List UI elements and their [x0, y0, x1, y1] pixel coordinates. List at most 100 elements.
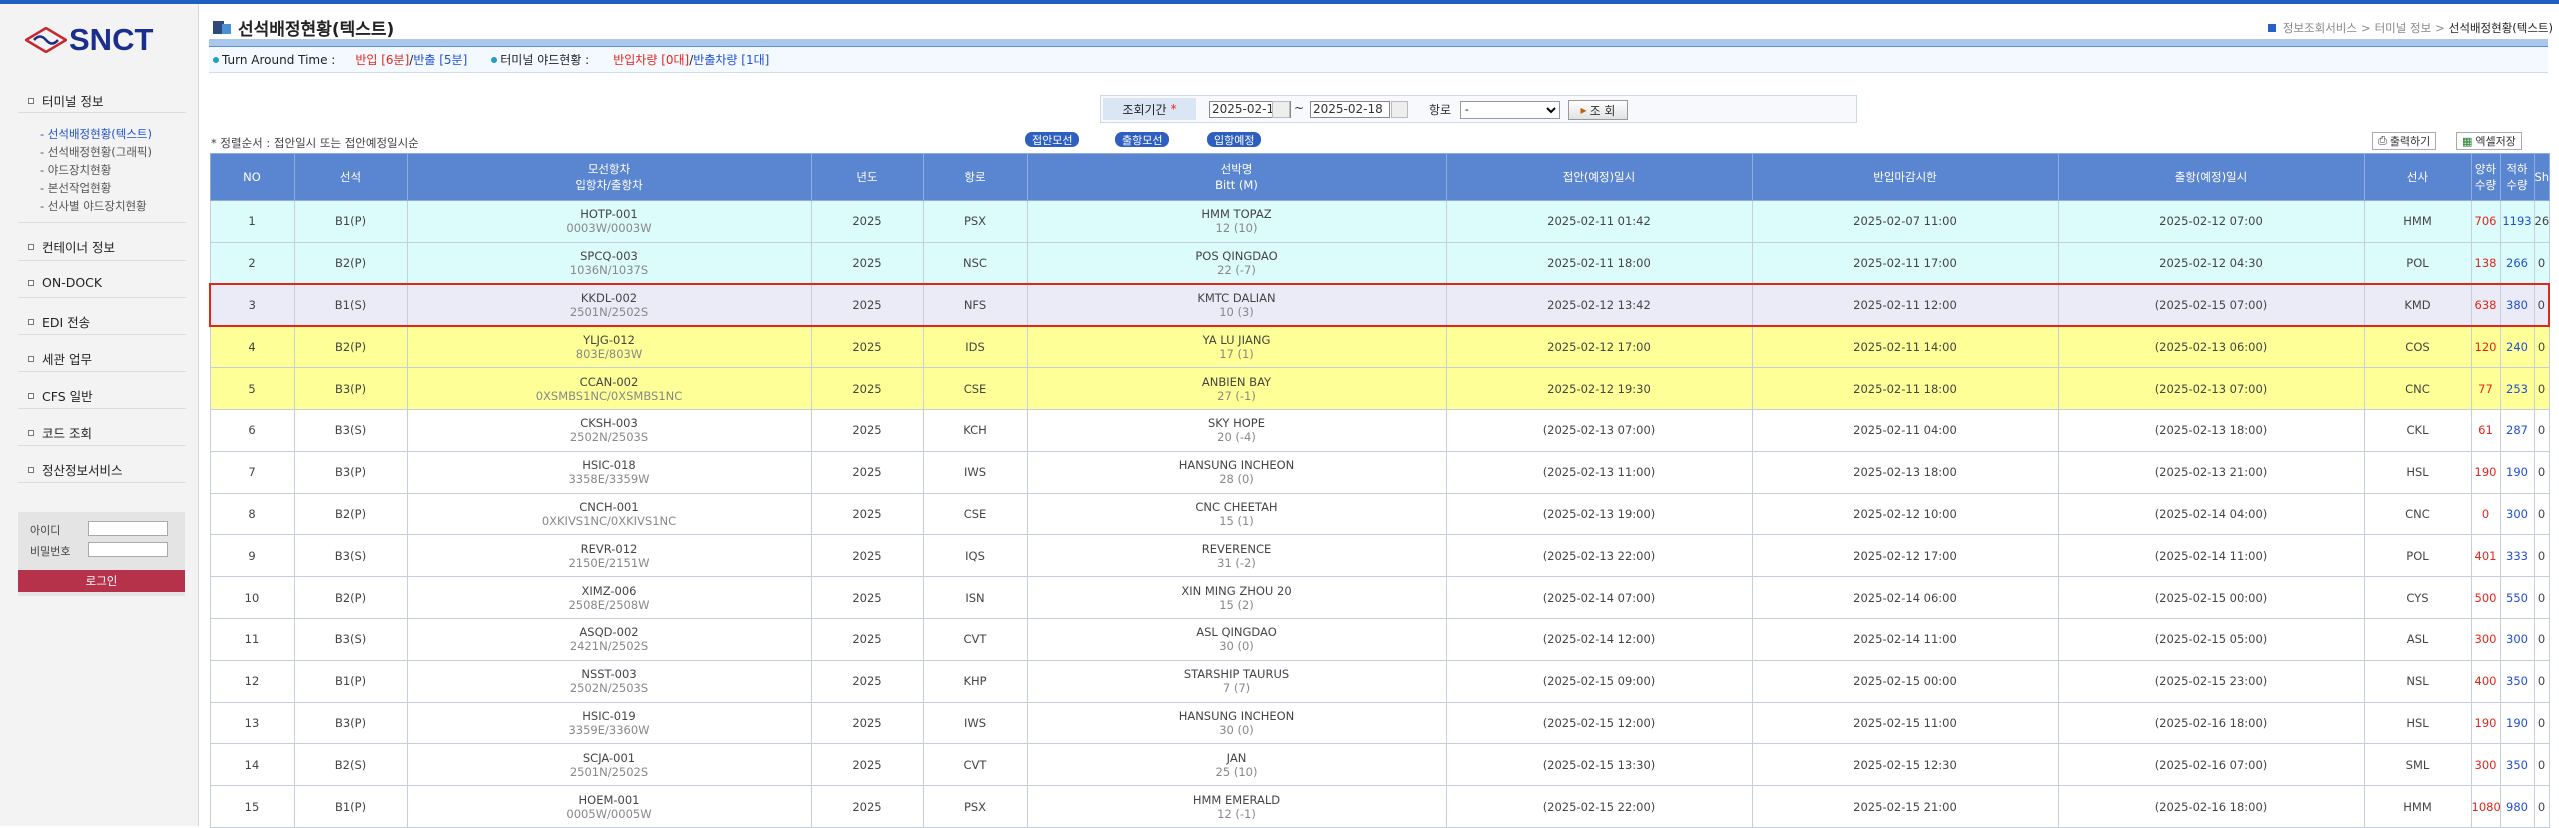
page-title: 선석배정현황(텍스트) — [238, 20, 395, 40]
cell-berth: B2(P) — [293, 325, 408, 369]
col-name[interactable]: 선박명 Bitt (M) — [1026, 153, 1447, 201]
bullet-icon — [213, 56, 219, 63]
search-button[interactable]: ▸ 조 회 — [1568, 100, 1628, 120]
col-shift[interactable]: Shift — [2533, 153, 2559, 201]
snct-logo[interactable]: SNCT — [25, 20, 185, 60]
table-row[interactable]: 6 B3(S) CKSH-003 2502N/2503S 2025 KCH SKY HOPE… — [209, 408, 2550, 452]
calendar-icon[interactable] — [1391, 101, 1408, 118]
col-operator[interactable]: 선사 — [2363, 153, 2472, 201]
cell-departure: (2025-02-15 23:00) — [2057, 659, 2365, 703]
table-row[interactable]: 4 B2(P) YLJG-012 803E/803W 2025 IDS YA LU JIAN… — [209, 325, 2550, 369]
table-row[interactable]: 10 B2(P) XIMZ-006 2508E/2508W 2025 ISN XIN MIN… — [209, 576, 2550, 619]
menu-settlement[interactable]: 정산정보서비스 — [28, 460, 123, 479]
col-closing[interactable]: 반입마감시한 — [1751, 153, 2059, 201]
cell-load: 266 — [2499, 241, 2535, 285]
cell-berthing: (2025-02-15 13:30) — [1445, 743, 1753, 787]
vessel-code: CNCH-001 — [579, 499, 639, 514]
breadcrumb-item[interactable]: 터미널 정보 — [2375, 20, 2432, 36]
cell-departure: (2025-02-16 18:00) — [2057, 785, 2365, 828]
cell-operator: CNC — [2363, 367, 2472, 410]
submenu-berth-text[interactable]: - 선석배정현황(텍스트) — [40, 126, 152, 142]
col-vessel[interactable]: 모선항차 입항차/출항차 — [406, 153, 812, 201]
cell-year: 2025 — [810, 450, 924, 494]
submenu-yard-status[interactable]: - 야드장치현황 — [40, 162, 111, 178]
table-row[interactable]: 13 B3(P) HSIC-019 3359E/3360W 2025 IWS HANSUNG… — [209, 701, 2550, 745]
menu-label: 정산정보서비스 — [42, 463, 123, 478]
table-row[interactable]: 7 B3(P) HSIC-018 3358E/3359W 2025 IWS HANSUNG … — [209, 450, 2550, 494]
bitt-position: 12 (10) — [1215, 221, 1258, 236]
route-select[interactable]: - — [1460, 101, 1560, 119]
cell-load: 350 — [2499, 659, 2535, 703]
print-button[interactable]: ⎙ 출력하기 — [2372, 132, 2437, 150]
date-to-input[interactable]: 2025-02-18 — [1310, 101, 1390, 118]
excel-button[interactable]: ▦ 엑셀저장 — [2456, 132, 2522, 150]
cell-departure: (2025-02-15 07:00) — [2057, 283, 2365, 327]
cell-vessel: XIMZ-006 2508E/2508W — [406, 576, 812, 619]
menu-customs[interactable]: 세관 업무 — [28, 349, 92, 368]
menu-code-lookup[interactable]: 코드 조회 — [28, 423, 92, 442]
cell-name: YA LU JIANG 17 (1) — [1026, 325, 1447, 369]
col-berthing[interactable]: 접안(예정)일시 — [1445, 153, 1753, 201]
id-input[interactable] — [88, 521, 168, 536]
cell-vessel: CCAN-002 0XSMBS1NC/0XSMBS1NC — [406, 367, 812, 410]
col-berth[interactable]: 선석 — [293, 153, 408, 201]
login-button[interactable]: 로그인 — [18, 570, 185, 592]
col-no[interactable]: NO — [209, 153, 295, 201]
voyage-number: 2501N/2502S — [569, 764, 649, 779]
cell-load: 190 — [2499, 701, 2535, 745]
snct-logo-icon — [25, 27, 67, 53]
period-label: 조회기간 * — [1103, 98, 1196, 120]
cell-operator: SML — [2363, 743, 2472, 787]
breadcrumb-item[interactable]: 정보조회서비스 — [2283, 20, 2357, 36]
menu-label: 컨테이너 정보 — [42, 240, 115, 255]
bitt-position: 15 (2) — [1219, 597, 1254, 612]
table-row-selected[interactable]: 3 B1(S) KKDL-002 2501N/2502S 2025 NFS KMTC DAL… — [209, 283, 2550, 327]
menu-on-dock[interactable]: ON-DOCK — [28, 275, 102, 290]
cell-departure: (2025-02-14 04:00) — [2057, 492, 2365, 536]
vessel-name: CNC CHEETAH — [1195, 499, 1278, 514]
menu-cfs[interactable]: CFS 일반 — [28, 386, 93, 405]
col-year[interactable]: 년도 — [810, 153, 924, 201]
cell-discharge: 300 — [2470, 617, 2501, 661]
submenu-berth-graphic[interactable]: - 선석배정현황(그래픽) — [40, 144, 152, 160]
cell-departure: (2025-02-15 05:00) — [2057, 617, 2365, 661]
menu-edi[interactable]: EDI 전송 — [28, 312, 90, 331]
col-route[interactable]: 항로 — [922, 153, 1028, 201]
cell-discharge: 1080 — [2470, 785, 2501, 828]
table-row[interactable]: 1 B1(P) HOTP-001 0003W/0003W 2025 PSX HMM TOPA… — [209, 200, 2550, 243]
col-departure[interactable]: 출항(예정)일시 — [2057, 153, 2365, 201]
table-row[interactable]: 5 B3(P) CCAN-002 0XSMBS1NC/0XSMBS1NC 2025 CSE… — [209, 367, 2550, 410]
vessel-code: NSST-003 — [581, 667, 637, 682]
turnaround-label: Turn Around Time : — [222, 52, 336, 67]
submenu-vessel-work[interactable]: - 본선작업현황 — [40, 180, 111, 196]
table-row[interactable]: 8 B2(P) CNCH-001 0XKIVS1NC/0XKIVS1NC 2025 CSE… — [209, 492, 2550, 536]
cell-year: 2025 — [810, 492, 924, 536]
submenu-carrier-yard[interactable]: - 선사별 야드장치현황 — [40, 198, 147, 214]
menu-terminal-info[interactable]: 터미널 정보 — [28, 91, 103, 110]
menu-container-info[interactable]: 컨테이너 정보 — [28, 237, 115, 256]
cell-vessel: REVR-012 2150E/2151W — [406, 534, 812, 578]
vessel-code: HSIC-019 — [582, 708, 636, 723]
cell-year: 2025 — [810, 785, 924, 828]
vessel-code: SCJA-001 — [582, 750, 636, 765]
table-row[interactable]: 2 B2(P) SPCQ-003 1036N/1037S 2025 NSC POS QING… — [209, 241, 2550, 285]
vessel-name: ASL QINGDAO — [1196, 625, 1277, 640]
cell-closing: 2025-02-11 18:00 — [1751, 367, 2059, 410]
bullet-icon — [28, 97, 34, 104]
cell-discharge: 61 — [2470, 408, 2501, 452]
calendar-icon[interactable] — [1272, 101, 1290, 118]
bitt-position: 20 (-4) — [1217, 430, 1256, 445]
cell-berth: B3(P) — [293, 367, 408, 410]
password-input[interactable] — [88, 542, 168, 557]
cell-no: 1 — [209, 200, 295, 243]
bullet-icon — [28, 392, 34, 399]
table-row[interactable]: 14 B2(S) SCJA-001 2501N/2502S 2025 CVT JAN 25 (… — [209, 743, 2550, 787]
table-row[interactable]: 12 B1(P) NSST-003 2502N/2503S 2025 KHP STARSHI… — [209, 659, 2550, 703]
table-row[interactable]: 15 B1(P) HOEM-001 0005W/0005W 2025 PSX HMM EME… — [209, 785, 2550, 828]
col-discharge[interactable]: 양하 수량 — [2470, 153, 2501, 201]
table-row[interactable]: 9 B3(S) REVR-012 2150E/2151W 2025 IQS REVERENC… — [209, 534, 2550, 578]
voyage-number: 0005W/0005W — [566, 806, 652, 821]
table-row[interactable]: 11 B3(S) ASQD-002 2421N/2502S 2025 CVT ASL QIN… — [209, 617, 2550, 661]
col-load[interactable]: 적하 수량 — [2499, 153, 2535, 201]
cell-berthing: (2025-02-14 07:00) — [1445, 576, 1753, 619]
